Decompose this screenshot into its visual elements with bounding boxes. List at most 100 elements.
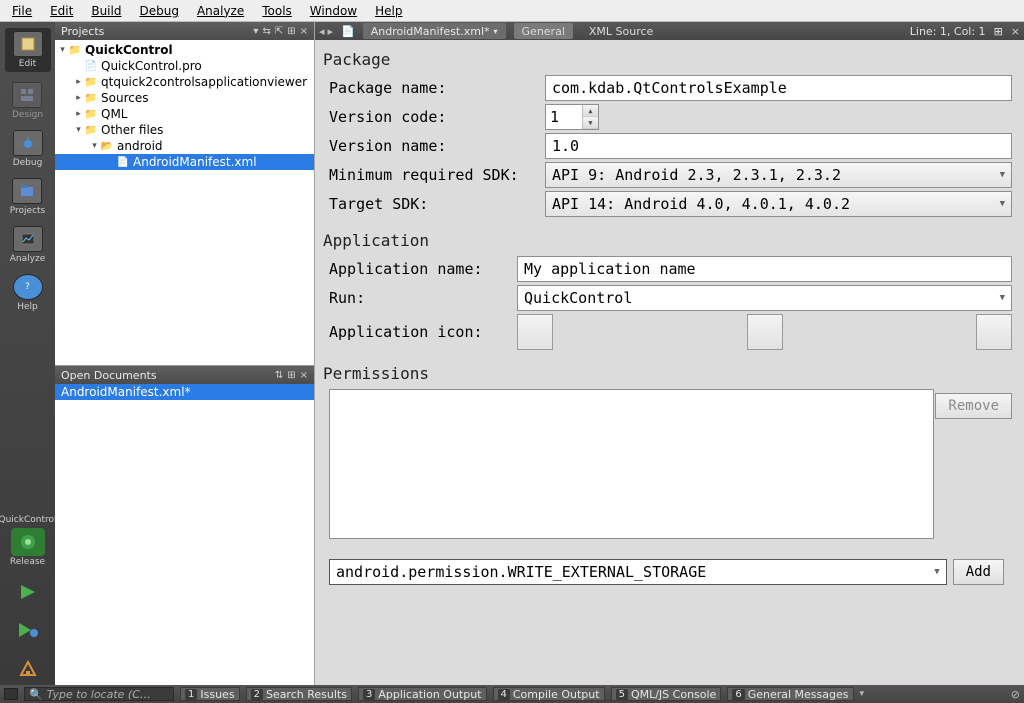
split-icon[interactable]: ⊞ — [287, 26, 295, 37]
editor-split-icon[interactable]: ⊞ — [994, 25, 1003, 38]
output-compile[interactable]: 4Compile Output — [493, 687, 605, 701]
tree-other-files[interactable]: ▾📁Other files — [55, 122, 314, 138]
mode-debug-label: Debug — [13, 158, 43, 168]
output-general[interactable]: 6General Messages — [727, 687, 853, 701]
menu-bar: File Edit Build Debug Analyze Tools Wind… — [0, 0, 1024, 22]
permissions-list[interactable] — [329, 389, 934, 539]
app-name-input[interactable] — [517, 256, 1012, 282]
menu-tools[interactable]: Tools — [254, 2, 300, 20]
tree-project-root[interactable]: ▾📁QuickControl — [55, 42, 314, 58]
app-icon-mdpi[interactable] — [747, 314, 783, 350]
close-panel-icon[interactable]: × — [300, 26, 308, 37]
pro-file-icon: 📄 — [84, 59, 98, 73]
build-button[interactable] — [14, 657, 42, 679]
folder-icon: 📁 — [84, 123, 98, 137]
nav-forward-icon[interactable]: ▸ — [328, 25, 334, 38]
mode-help[interactable]: ? Help — [13, 274, 43, 312]
run-button[interactable] — [14, 581, 42, 603]
open-doc-item[interactable]: AndroidManifest.xml* — [55, 384, 314, 400]
min-sdk-combo[interactable]: API 9: Android 2.3, 2.3.1, 2.3.2▼ — [545, 162, 1012, 188]
editor-close-icon[interactable]: × — [1011, 25, 1020, 38]
qml-icon: 📁 — [84, 107, 98, 121]
opendocs-menu-icon[interactable]: ⇅ — [275, 370, 283, 381]
sync-icon[interactable]: ⇆ — [262, 26, 270, 37]
add-permission-button[interactable]: Add — [953, 559, 1004, 585]
target-sdk-label: Target SDK: — [321, 195, 545, 213]
qt-project-icon: 📁 — [68, 43, 82, 57]
permission-combo[interactable]: android.permission.WRITE_EXTERNAL_STORAG… — [329, 559, 947, 585]
tree-qml-folder[interactable]: ▸📁QML — [55, 106, 314, 122]
run-debug-button[interactable] — [14, 619, 42, 641]
output-app[interactable]: 3Application Output — [358, 687, 487, 701]
output-dropdown-icon[interactable]: ▾ — [860, 689, 865, 699]
menu-build[interactable]: Build — [83, 2, 129, 20]
app-icon-ldpi[interactable] — [517, 314, 553, 350]
target-sdk-combo[interactable]: API 14: Android 4.0, 4.0.1, 4.0.2▼ — [545, 191, 1012, 217]
menu-help[interactable]: Help — [367, 2, 410, 20]
mode-design[interactable]: Design — [12, 82, 43, 120]
output-search[interactable]: 2Search Results — [246, 687, 352, 701]
nav-back-icon[interactable]: ◂ — [319, 25, 325, 38]
menu-file[interactable]: File — [4, 2, 40, 20]
version-name-input[interactable] — [545, 133, 1012, 159]
manifest-form: Package Package name: Version code: ▲▼ V… — [315, 40, 1024, 685]
mode-edit[interactable]: Edit — [5, 28, 51, 72]
editor-area: ◂ ▸ 📄 AndroidManifest.xml* ▾ General XML… — [315, 22, 1024, 685]
locator-input[interactable]: 🔍 Type to locate (C… — [24, 687, 174, 701]
version-code-input[interactable] — [546, 105, 582, 129]
output-toggle-icon[interactable] — [4, 688, 18, 700]
spin-down-icon[interactable]: ▼ — [583, 117, 598, 129]
sources-icon: 📁 — [84, 91, 98, 105]
open-documents-list[interactable]: AndroidManifest.xml* — [55, 384, 314, 685]
file-tab-dropdown-icon[interactable]: ▾ — [494, 27, 498, 36]
close-output-icon[interactable]: ⊘ — [1011, 688, 1020, 701]
file-tab[interactable]: AndroidManifest.xml* ▾ — [363, 23, 506, 39]
kit-selector[interactable]: QuickControl Release — [0, 516, 57, 568]
mode-analyze[interactable]: Analyze — [10, 226, 45, 264]
package-name-input[interactable] — [545, 75, 1012, 101]
mode-projects-label: Projects — [10, 206, 45, 216]
project-tree[interactable]: ▾📁QuickControl 📄QuickControl.pro ▸📁qtqui… — [55, 40, 314, 365]
chevron-down-icon: ▼ — [1000, 293, 1005, 303]
menu-debug[interactable]: Debug — [131, 2, 186, 20]
open-documents-header: Open Documents ⇅ ⊞ × — [55, 366, 314, 384]
tree-sources-folder[interactable]: ▸📁Sources — [55, 90, 314, 106]
mode-projects[interactable]: Projects — [10, 178, 45, 216]
remove-permission-button[interactable]: Remove — [935, 393, 1012, 419]
kit-name: QuickControl — [0, 516, 57, 526]
tree-manifest-file[interactable]: 📄AndroidManifest.xml — [55, 154, 314, 170]
open-documents-panel: Open Documents ⇅ ⊞ × AndroidManifest.xml… — [55, 365, 314, 685]
open-documents-title: Open Documents — [61, 369, 157, 382]
mode-strip: Edit Design Debug Projects Analyze ? Hel… — [0, 22, 55, 685]
line-col-indicator[interactable]: Line: 1, Col: 1 — [910, 25, 986, 38]
menu-window[interactable]: Window — [302, 2, 365, 20]
spin-up-icon[interactable]: ▲ — [583, 105, 598, 117]
tree-viewer-folder[interactable]: ▸📁qtquick2controlsapplicationviewer — [55, 74, 314, 90]
app-icon-hdpi[interactable] — [976, 314, 1012, 350]
version-code-spinbox[interactable]: ▲▼ — [545, 104, 599, 130]
mode-debug[interactable]: Debug — [13, 130, 43, 168]
chevron-down-icon: ▼ — [1000, 170, 1005, 180]
tree-pro-file[interactable]: 📄QuickControl.pro — [55, 58, 314, 74]
menu-analyze[interactable]: Analyze — [189, 2, 252, 20]
output-issues[interactable]: 1Issues — [180, 687, 240, 701]
link-icon[interactable]: ⇱ — [275, 26, 283, 37]
folder-open-icon: 📂 — [100, 139, 114, 153]
opendocs-close-icon[interactable]: × — [300, 370, 308, 381]
filter-icon[interactable]: ▾ — [253, 26, 258, 37]
side-panels: Projects ▾ ⇆ ⇱ ⊞ × ▾📁QuickControl 📄Quick… — [55, 22, 315, 685]
menu-edit[interactable]: Edit — [42, 2, 81, 20]
file-tab-label: AndroidManifest.xml* — [371, 25, 490, 38]
subtab-general[interactable]: General — [514, 23, 573, 39]
tree-android-folder[interactable]: ▾📂android — [55, 138, 314, 154]
version-code-label: Version code: — [321, 108, 545, 126]
kit-build: Release — [0, 558, 57, 568]
status-bar: 🔍 Type to locate (C… 1Issues 2Search Res… — [0, 685, 1024, 703]
locator-placeholder: Type to locate (C… — [47, 688, 151, 701]
min-sdk-label: Minimum required SDK: — [321, 166, 545, 184]
run-combo[interactable]: QuickControl▼ — [517, 285, 1012, 311]
edit-icon — [13, 31, 43, 57]
opendocs-split-icon[interactable]: ⊞ — [287, 370, 295, 381]
subtab-xml-source[interactable]: XML Source — [581, 25, 661, 38]
output-qmljs[interactable]: 5QML/JS Console — [611, 687, 722, 701]
